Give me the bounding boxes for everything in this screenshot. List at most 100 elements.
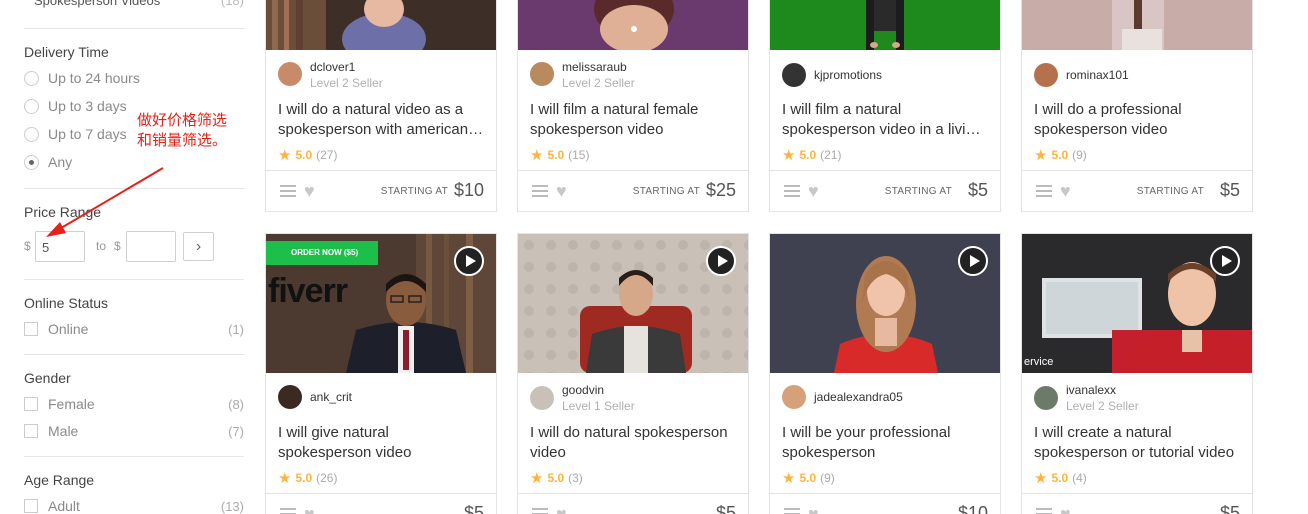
star-icon: ★ [1034,470,1048,487]
avatar[interactable] [782,63,806,87]
option-label: Female [48,396,95,412]
heart-icon[interactable]: ♥ [304,182,315,200]
rating-value: 5.0 [547,471,565,485]
gig-thumbnail[interactable] [266,0,496,50]
play-icon[interactable] [706,246,736,276]
rating-count: (15) [568,148,590,162]
seller-info: jadealexandra05 [770,373,1000,409]
gig-thumbnail[interactable]: ervice [1022,234,1252,373]
option-label: Online [48,321,89,337]
seller-name[interactable]: dclover1 [310,60,355,74]
annotation-arrow [46,167,164,237]
gig-title[interactable]: I will do natural spokesperson video [518,423,748,463]
heart-icon[interactable]: ♥ [304,505,315,514]
menu-icon[interactable] [532,508,548,514]
gig-thumbnail[interactable] [1022,0,1252,50]
seller-name[interactable]: rominax101 [1066,68,1129,82]
gig-title[interactable]: I will be your professional spokesperson [770,423,1000,463]
avatar[interactable] [530,62,554,86]
avatar[interactable] [530,386,554,410]
checkbox[interactable] [24,499,38,513]
gig-price: $5 [967,180,988,200]
heart-icon[interactable]: ♥ [556,505,567,514]
gig-card[interactable]: dclover1 Level 2 Seller I will do a natu… [265,0,497,212]
gig-title[interactable]: I will give natural spokesperson video [266,423,496,463]
gig-price: $5 [715,503,736,514]
heart-icon[interactable]: ♥ [556,182,567,200]
seller-name[interactable]: melissaraub [562,60,627,74]
play-icon[interactable] [454,246,484,276]
star-icon: ★ [782,147,796,164]
gig-title[interactable]: I will do a natural video as a spokesper… [266,100,496,140]
rating-count: (26) [316,471,338,485]
seller-name[interactable]: kjpromotions [814,68,882,82]
heart-icon[interactable]: ♥ [1060,505,1071,514]
gig-thumbnail[interactable] [518,0,748,50]
menu-icon[interactable] [784,185,800,197]
gig-rating: ★ 5.0 (9) [1022,140,1252,170]
online-option[interactable]: Online (1) [24,319,244,339]
menu-icon[interactable] [280,185,296,197]
fiverr-logo-text: fiverr [268,272,348,310]
avatar[interactable] [782,385,806,409]
play-icon[interactable] [1210,246,1240,276]
heart-icon[interactable]: ♥ [808,505,819,514]
order-now-badge: ORDER NOW ($5) [291,248,359,257]
gig-rating: ★ 5.0 (3) [518,463,748,493]
gig-title[interactable]: I will film a natural spokesperson video… [770,100,1000,140]
starting-at-label: STARTING AT [884,186,952,197]
seller-name[interactable]: goodvin [562,383,604,397]
avatar[interactable] [278,385,302,409]
gig-card[interactable]: rominax101 I will do a professional spok… [1021,0,1253,212]
gig-thumbnail[interactable]: ORDER NOW ($5) fiverr [266,234,496,373]
gig-thumbnail[interactable] [518,234,748,373]
seller-name[interactable]: ank_crit [310,390,352,404]
gig-title[interactable]: I will film a natural female spokesperso… [518,100,748,140]
checkbox[interactable] [24,397,38,411]
seller-level: Level 2 Seller [562,76,635,90]
rating-count: (9) [820,471,835,485]
gig-card[interactable]: ORDER NOW ($5) fiverr ank_crit I will gi… [265,233,497,514]
menu-icon[interactable] [280,508,296,514]
gig-card[interactable]: jadealexandra05 I will be your professio… [769,233,1001,514]
menu-icon[interactable] [784,508,800,514]
heart-icon[interactable]: ♥ [808,182,819,200]
avatar[interactable] [1034,386,1058,410]
gig-card[interactable]: melissaraub Level 2 Seller I will film a… [517,0,749,212]
gig-title[interactable]: I will create a natural spokesperson or … [1022,423,1252,463]
gig-card[interactable]: goodvin Level 1 Seller I will do natural… [517,233,749,514]
seller-info: ank_crit [266,373,496,409]
thumbnail-image [1022,0,1252,50]
heart-icon[interactable]: ♥ [1060,182,1071,200]
rating-count: (21) [820,148,842,162]
menu-icon[interactable] [1036,508,1052,514]
menu-icon[interactable] [532,185,548,197]
gig-price: $5 [1219,180,1240,200]
menu-icon[interactable] [1036,185,1052,197]
gig-footer: ♥ STARTING AT $10 [266,170,496,209]
divider [24,456,244,457]
star-icon: ★ [530,147,544,164]
gig-card[interactable]: ervice ivanalexx Level 2 Seller I will c… [1021,233,1253,514]
gig-title[interactable]: I will do a professional spokesperson vi… [1022,100,1252,140]
gig-rating: ★ 5.0 (15) [518,140,748,170]
gig-footer: ♥ STARTING AT $25 [518,170,748,209]
checkbox[interactable] [24,322,38,336]
gig-footer: ♥ $5 [518,493,748,514]
gig-card[interactable]: kjpromotions I will film a natural spoke… [769,0,1001,212]
gig-price: $10 [957,503,988,514]
rating-value: 5.0 [799,148,817,162]
checkbox[interactable] [24,424,38,438]
gig-footer: ♥ $5 [1022,493,1252,514]
avatar[interactable] [278,62,302,86]
gender-option-male[interactable]: Male (7) [24,421,244,441]
gig-thumbnail[interactable] [770,0,1000,50]
age-option-adult[interactable]: Adult (13) [24,496,244,514]
gender-option-female[interactable]: Female (8) [24,394,244,414]
play-icon[interactable] [958,246,988,276]
seller-name[interactable]: jadealexandra05 [814,390,903,404]
avatar[interactable] [1034,63,1058,87]
seller-name[interactable]: ivanalexx [1066,383,1116,397]
gig-price: $5 [463,503,484,514]
gig-thumbnail[interactable] [770,234,1000,373]
